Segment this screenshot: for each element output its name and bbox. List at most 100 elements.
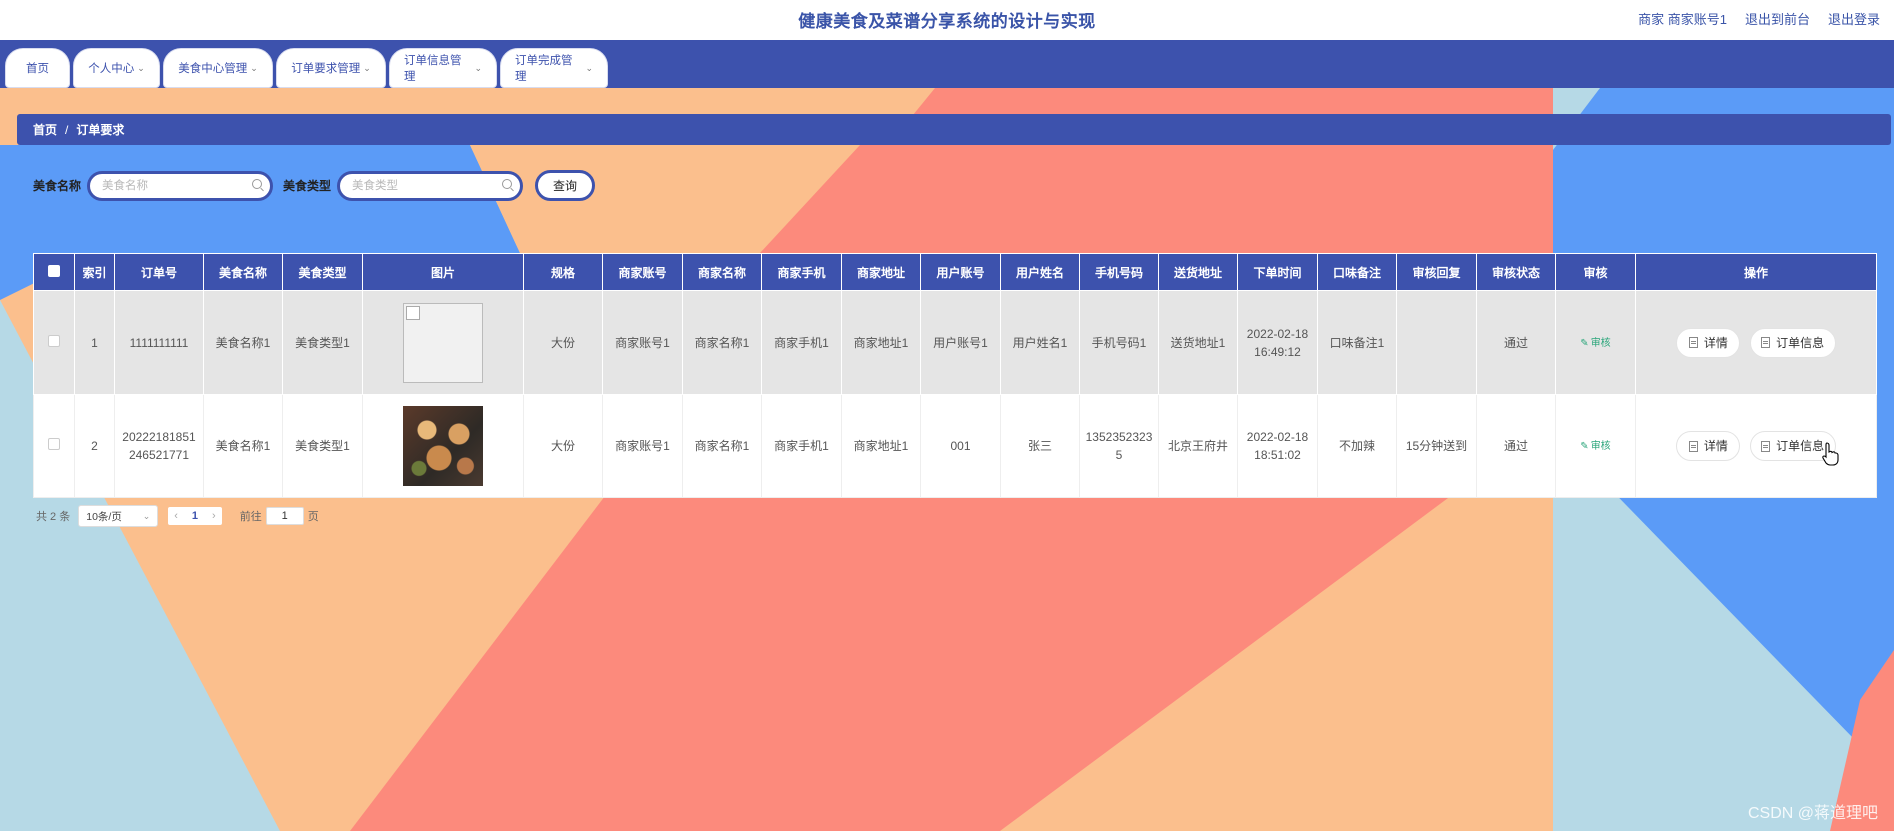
nav-tab-order-info[interactable]: 订单信息管理 ⌄ (389, 48, 497, 88)
column-header: 订单号 (114, 253, 204, 291)
pencil-icon: ✎ (1580, 337, 1589, 349)
cell-merchant-phone: 商家手机1 (761, 290, 842, 395)
audit-link[interactable]: ✎ 审核 (1580, 441, 1610, 452)
document-icon (1688, 440, 1698, 452)
detail-button[interactable]: 详情 (1676, 431, 1741, 461)
food-photo-image (403, 406, 483, 486)
cell-merchant-account: 商家账号1 (602, 394, 683, 498)
table-row: 1 1111111111 美食名称1 美食类型1 大份 商家账号1 商家名称1 … (33, 290, 1877, 395)
column-header: 审核回复 (1396, 253, 1477, 291)
detail-button[interactable]: 详情 (1676, 327, 1741, 358)
select-all-header (33, 253, 75, 291)
exit-to-frontend-link[interactable]: 退出到前台 (1745, 9, 1810, 28)
cell-order-time: 2022-02-18 16:49:12 (1237, 290, 1318, 395)
nav-tab-personal-center[interactable]: 个人中心 ⌄ (73, 48, 160, 88)
nav-tab-food-center[interactable]: 美食中心管理 ⌄ (163, 48, 273, 88)
goto-page-input[interactable] (265, 507, 304, 525)
page-unit-label: 页 (307, 511, 319, 523)
cell-user-name: 用户姓名1 (1000, 290, 1080, 395)
food-name-label: 美食名称 (33, 179, 82, 193)
cell-food-name: 美食名称1 (203, 290, 283, 395)
cell-merchant-name: 商家名称1 (682, 290, 762, 395)
column-header: 商家手机 (761, 253, 842, 291)
cell-spec: 大份 (523, 394, 603, 498)
chevron-down-icon: ⌄ (474, 62, 482, 73)
document-icon (1761, 440, 1771, 452)
cell-taste-note: 不加辣 (1317, 394, 1397, 498)
column-header: 规格 (523, 253, 603, 291)
row-checkbox[interactable] (48, 438, 60, 450)
cell-index: 2 (74, 394, 115, 498)
column-header: 商家地址 (841, 253, 921, 291)
order-info-button[interactable]: 订单信息 (1749, 327, 1836, 358)
column-header: 美食类型 (282, 253, 363, 291)
breadcrumb-home[interactable]: 首页 (33, 121, 57, 138)
prev-page-icon[interactable]: ‹ (174, 510, 178, 522)
cell-order-no: 1111111111 (114, 290, 204, 395)
cell-merchant-address: 商家地址1 (841, 290, 921, 395)
document-icon (1688, 337, 1698, 348)
page-number-current[interactable]: 1 (192, 510, 198, 522)
row-checkbox[interactable] (48, 334, 60, 347)
food-type-input[interactable] (352, 173, 503, 198)
column-header: 用户账号 (920, 253, 1001, 291)
top-links: 商家 商家账号1 退出到前台 退出登录 (1638, 9, 1880, 28)
nav-tab-order-complete[interactable]: 订单完成管理 ⌄ (500, 48, 608, 88)
cell-user-account: 用户账号1 (920, 290, 1001, 395)
column-header: 操作 (1635, 253, 1877, 291)
logout-link[interactable]: 退出登录 (1828, 9, 1880, 28)
breadcrumb-separator: / (65, 122, 69, 137)
orders-table: 索引 订单号 美食名称 美食类型 图片 规格 商家账号 商家名称 商家手机 商家… (33, 253, 1877, 498)
main-navbar: 首页 个人中心 ⌄ 美食中心管理 ⌄ 订单要求管理 ⌄ 订单信息管理 ⌄ 订单完成管理 ⌄ (0, 40, 1894, 88)
query-button[interactable]: 查询 (535, 170, 596, 201)
cell-order-no: 20222181851246521771 (114, 394, 204, 498)
column-header: 口味备注 (1317, 253, 1397, 291)
search-bar: 美食名称 美食类型 查询 (33, 170, 596, 201)
column-header: 手机号码 (1079, 253, 1159, 291)
cell-actions: 详情 订单信息 (1635, 290, 1877, 395)
goto-label: 前往 (239, 511, 262, 523)
cell-taste-note: 口味备注1 (1317, 290, 1397, 395)
next-page-icon[interactable]: › (212, 510, 216, 522)
chevron-down-icon: ⌄ (142, 510, 151, 521)
column-header: 商家账号 (602, 253, 683, 291)
audit-link[interactable]: ✎ 审核 (1580, 338, 1610, 349)
cell-image (362, 290, 524, 395)
nav-tab-home[interactable]: 首页 (5, 48, 70, 88)
cell-merchant-phone: 商家手机1 (761, 394, 842, 498)
cell-user-name: 张三 (1000, 394, 1080, 498)
app-title: 健康美食及菜谱分享系统的设计与实现 (798, 12, 1096, 31)
chevron-down-icon: ⌄ (137, 62, 145, 73)
chevron-down-icon: ⌄ (363, 62, 371, 73)
cell-food-name: 美食名称1 (203, 394, 283, 498)
watermark: CSDN @蒋道理吧 (1747, 805, 1878, 822)
cell-audit: ✎ 审核 (1555, 290, 1636, 395)
page-navigator: ‹ 1 › (168, 507, 222, 525)
column-header: 索引 (74, 253, 115, 291)
food-name-input[interactable] (102, 173, 253, 198)
column-header: 用户姓名 (1000, 253, 1080, 291)
chevron-down-icon: ⌄ (250, 62, 258, 73)
column-header: 审核状态 (1476, 253, 1556, 291)
column-header: 美食名称 (203, 253, 283, 291)
food-type-search (337, 170, 524, 201)
row-select-cell (33, 290, 75, 395)
search-icon (252, 178, 263, 189)
cell-audit-status: 通过 (1476, 394, 1556, 498)
document-icon (1761, 337, 1771, 348)
current-user-label: 商家 商家账号1 (1638, 12, 1727, 27)
column-header: 下单时间 (1237, 253, 1318, 291)
nav-tab-order-requirements[interactable]: 订单要求管理 ⌄ (276, 48, 386, 88)
cell-phone: 13523523235 (1079, 394, 1159, 498)
row-select-cell (33, 394, 75, 498)
select-all-checkbox[interactable] (48, 264, 60, 277)
food-name-search (87, 170, 274, 201)
cell-spec: 大份 (523, 290, 603, 395)
cell-image (362, 394, 524, 498)
cell-actions: 详情 订单信息 (1635, 394, 1877, 498)
hand-cursor-icon (1822, 442, 1839, 466)
cell-food-type: 美食类型1 (282, 394, 363, 498)
cell-delivery-address: 送货地址1 (1158, 290, 1238, 395)
cell-audit-reply: 15分钟送到 (1396, 394, 1477, 498)
page-size-select[interactable]: 10条/页 ⌄ (78, 505, 159, 527)
